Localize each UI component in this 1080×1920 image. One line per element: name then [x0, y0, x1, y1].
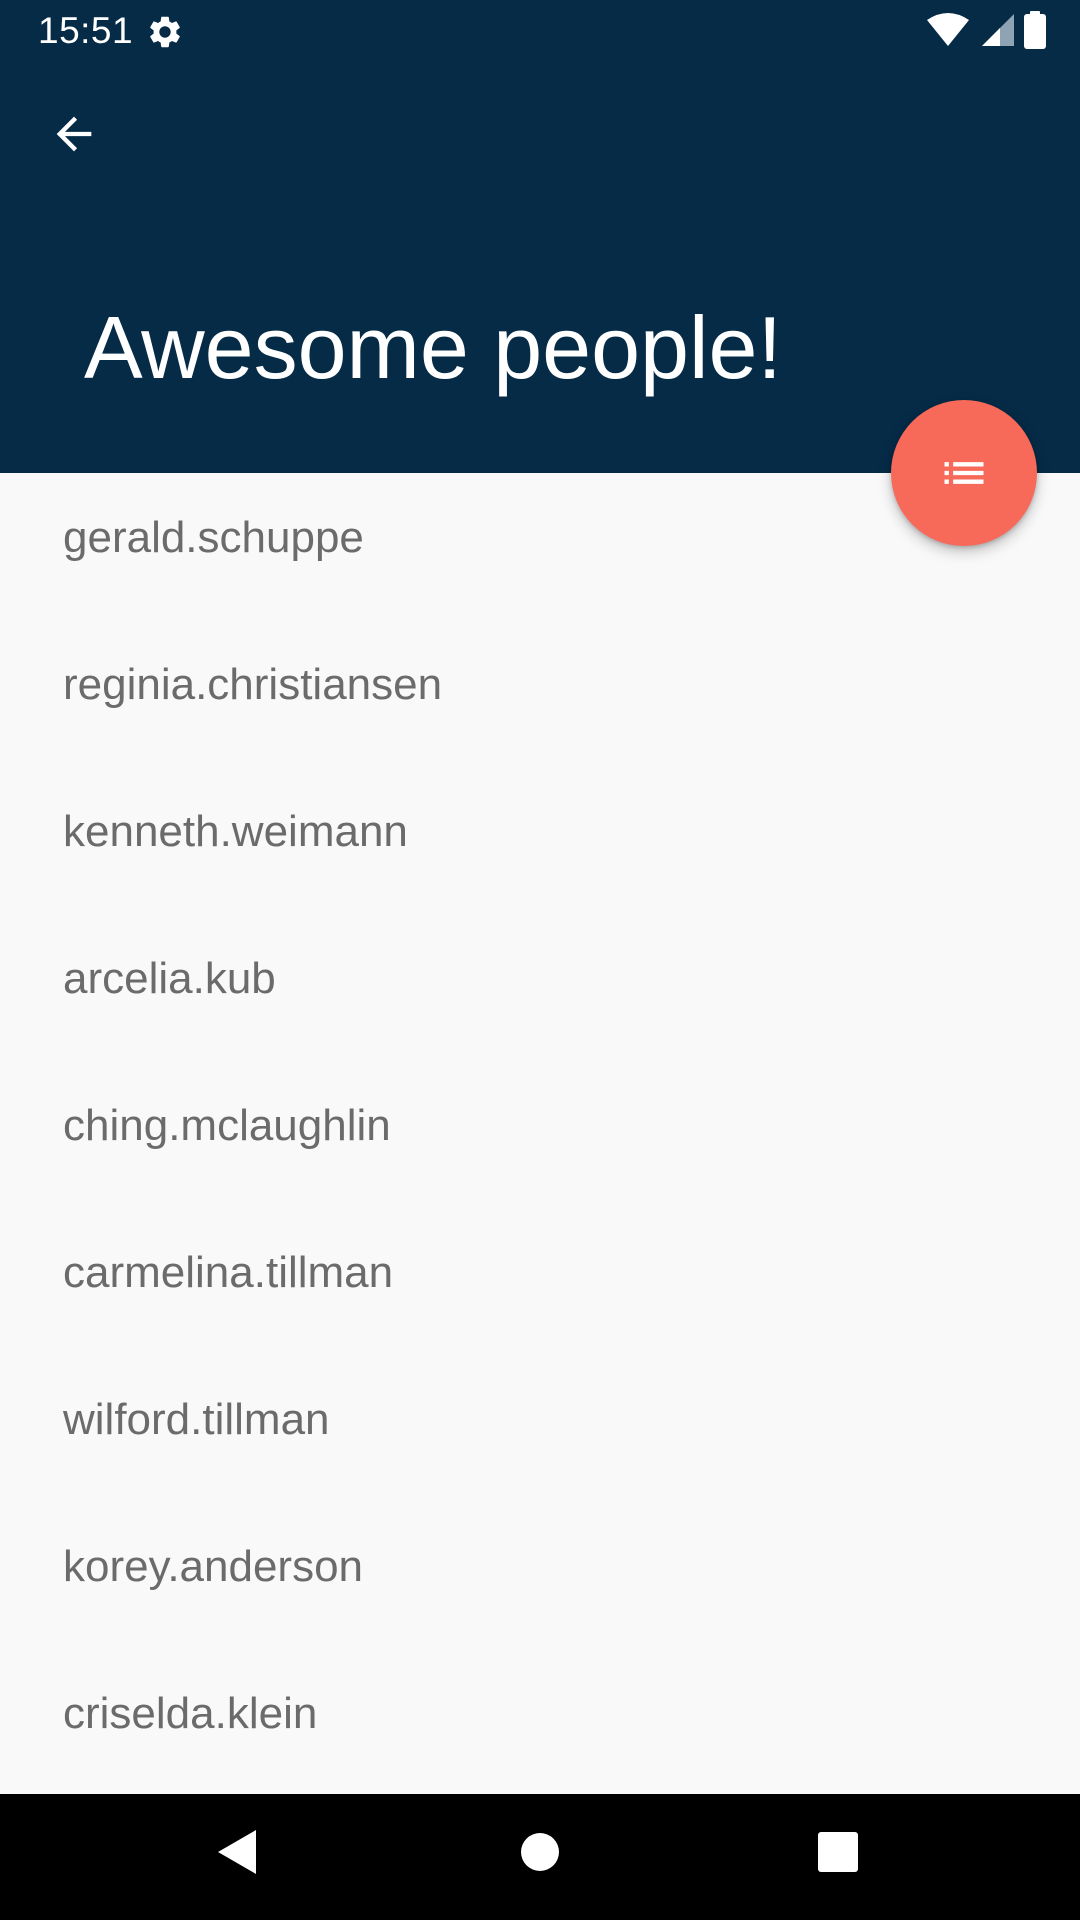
cellular-signal-icon: [980, 12, 1014, 53]
nav-home-button[interactable]: [490, 1814, 590, 1890]
screen: 15:51 Awesome people! gerald.schuppe reg…: [0, 0, 1080, 1920]
list-item[interactable]: wilford.tillman: [0, 1355, 1080, 1502]
status-bar: 15:51: [0, 0, 1080, 63]
list-item[interactable]: ching.mclaughlin: [0, 1061, 1080, 1208]
settings-icon: [146, 13, 184, 51]
person-username: reginia.christiansen: [63, 659, 443, 709]
recents-square-icon: [818, 1832, 858, 1872]
people-list: gerald.schuppe reginia.christiansen kenn…: [0, 473, 1080, 1796]
nav-back-button[interactable]: [188, 1814, 288, 1890]
list-item[interactable]: criselda.klein: [0, 1649, 1080, 1796]
back-triangle-icon: [218, 1830, 256, 1874]
person-username: ching.mclaughlin: [63, 1100, 391, 1150]
page-title: Awesome people!: [84, 298, 782, 397]
person-username: arcelia.kub: [63, 953, 276, 1003]
home-circle-icon: [521, 1833, 559, 1871]
list-icon: [944, 462, 984, 484]
wifi-icon: [926, 12, 970, 53]
list-item[interactable]: carmelina.tillman: [0, 1208, 1080, 1355]
person-username: carmelina.tillman: [63, 1247, 394, 1297]
system-navigation-bar: [0, 1794, 1080, 1920]
list-item[interactable]: korey.anderson: [0, 1502, 1080, 1649]
person-username: korey.anderson: [63, 1541, 364, 1591]
nav-recents-button[interactable]: [788, 1814, 888, 1890]
person-username: wilford.tillman: [63, 1394, 330, 1444]
list-item[interactable]: arcelia.kub: [0, 914, 1080, 1061]
status-time: 15:51: [38, 10, 134, 51]
person-username: kenneth.weimann: [63, 806, 408, 856]
arrow-back-icon: [56, 116, 92, 152]
battery-icon: [1024, 10, 1046, 54]
app-header: 15:51 Awesome people!: [0, 0, 1080, 473]
list-item[interactable]: kenneth.weimann: [0, 767, 1080, 914]
back-button[interactable]: [36, 96, 112, 172]
list-item[interactable]: reginia.christiansen: [0, 620, 1080, 767]
person-username: gerald.schuppe: [63, 512, 364, 562]
person-username: criselda.klein: [63, 1688, 318, 1738]
status-indicators: [926, 10, 1046, 54]
list-fab-button[interactable]: [891, 400, 1037, 546]
